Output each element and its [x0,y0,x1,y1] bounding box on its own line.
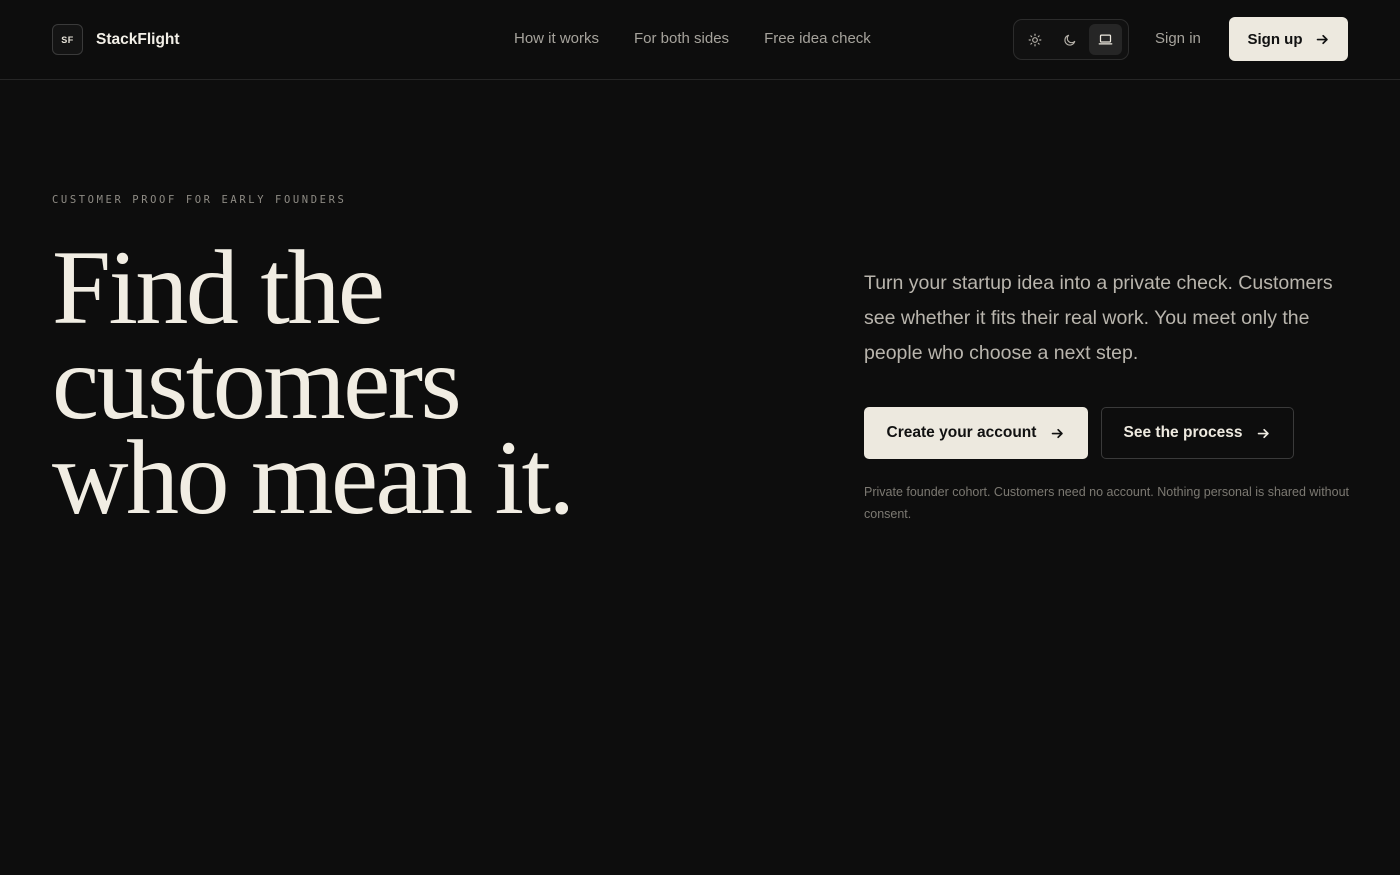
nav-link-how-it-works[interactable]: How it works [514,30,599,47]
nav-link-for-both-sides[interactable]: For both sides [634,30,729,47]
arrow-right-icon [1256,426,1271,441]
see-process-button[interactable]: See the process [1101,407,1294,459]
sign-up-label: Sign up [1247,30,1303,48]
sun-icon [1028,33,1042,46]
moon-icon [1064,34,1076,46]
headline-line-1: Find the [52,229,385,346]
main-nav: How it works For both sides Free idea ch… [514,30,906,47]
laptop-icon [1098,34,1113,45]
arrow-right-icon [1050,426,1065,441]
theme-light-button[interactable] [1018,24,1051,55]
theme-toggle [1013,19,1129,60]
brand-logo: SF [52,24,83,55]
hero-lede: Turn your startup idea into a private ch… [864,272,1333,364]
create-account-button[interactable]: Create your account [864,407,1088,459]
headline-line-2: customers [52,324,462,441]
arrow-right-icon [1315,32,1330,47]
hero-eyebrow: CUSTOMER PROOF FOR EARLY FOUNDERS [52,194,347,206]
privacy-note: Private founder cohort. Customers need n… [864,485,1349,521]
nav-link-free-idea-check[interactable]: Free idea check [764,30,871,47]
see-process-label: See the process [1123,424,1243,441]
theme-dark-button[interactable] [1053,24,1086,55]
brand-name: StackFlight [96,30,180,48]
theme-system-button[interactable] [1088,24,1122,55]
site-header: SF StackFlight How it works For both sid… [0,0,1400,80]
landing-page: SF StackFlight How it works For both sid… [0,0,1400,875]
sign-in-link[interactable]: Sign in [1155,30,1201,47]
brand[interactable]: SF StackFlight [52,24,180,55]
sign-up-button[interactable]: Sign up [1229,17,1348,61]
hero-headline: Find the customers who mean it. [52,229,575,536]
headline-line-3: who mean it. [52,419,575,536]
create-account-label: Create your account [886,424,1037,441]
